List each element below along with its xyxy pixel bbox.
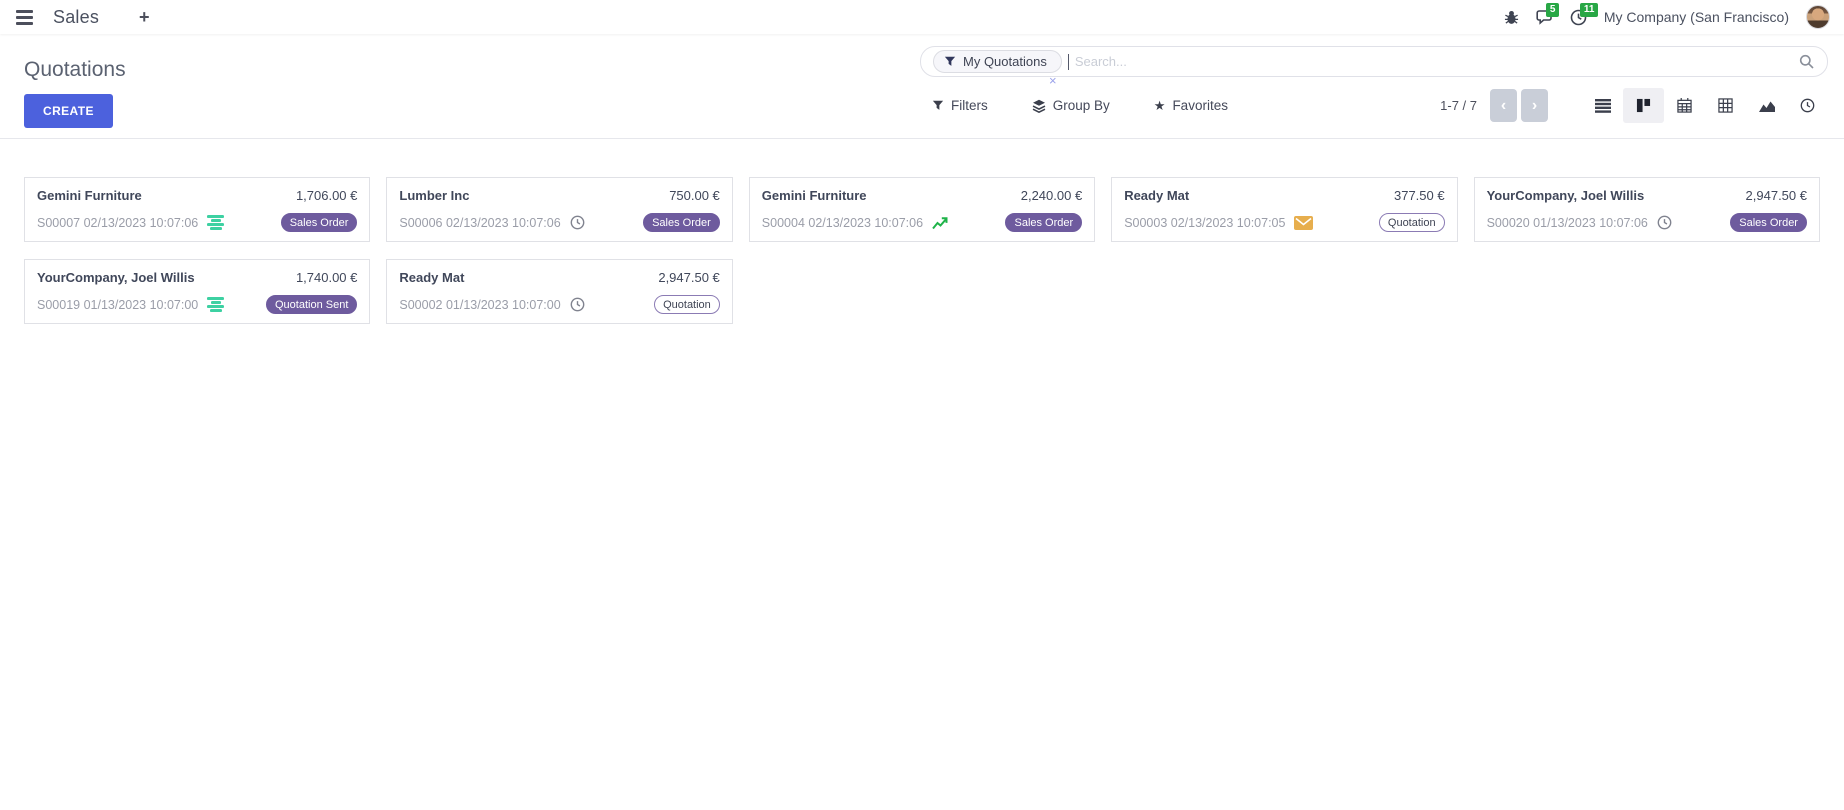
kanban-grid: Gemini Furniture 1,706.00 € S00007 02/13…	[24, 177, 1820, 324]
filters-label: Filters	[951, 98, 988, 113]
search-bar: My Quotations ×	[920, 46, 1828, 77]
favorites-label: Favorites	[1172, 98, 1228, 113]
filters-button[interactable]: Filters	[932, 98, 988, 113]
customer-name: Gemini Furniture	[37, 188, 142, 203]
view-kanban-button[interactable]	[1623, 88, 1664, 123]
order-reference: S00006 02/13/2023 10:07:06	[399, 216, 560, 230]
view-graph-button[interactable]	[1746, 88, 1787, 123]
amount-total: 2,947.50 €	[1746, 188, 1807, 203]
status-badge: Sales Order	[281, 213, 358, 232]
activity-clock-icon[interactable]	[1657, 215, 1672, 230]
apps-menu-icon[interactable]	[14, 6, 35, 29]
search-input[interactable]	[1069, 54, 1799, 69]
amount-total: 1,740.00 €	[296, 270, 357, 285]
pager-value[interactable]: 1-7 / 7	[1440, 98, 1477, 113]
order-reference: S00020 01/13/2023 10:07:06	[1487, 216, 1648, 230]
amount-total: 750.00 €	[669, 188, 720, 203]
activities-count-badge: 11	[1580, 3, 1599, 17]
customer-name: YourCompany, Joel Willis	[37, 270, 195, 285]
order-reference: S00004 02/13/2023 10:07:06	[762, 216, 923, 230]
customer-name: YourCompany, Joel Willis	[1487, 188, 1645, 203]
layers-icon	[1032, 99, 1046, 113]
activity-view-icon	[1800, 98, 1815, 113]
star-icon: ★	[1154, 98, 1166, 114]
view-switcher	[1582, 88, 1828, 123]
activity-list-icon[interactable]	[207, 297, 224, 312]
calendar-view-icon	[1677, 98, 1692, 113]
messages-icon[interactable]: 5	[1536, 9, 1553, 25]
quotation-card[interactable]: YourCompany, Joel Willis 1,740.00 € S000…	[24, 259, 370, 324]
quotation-card[interactable]: YourCompany, Joel Willis 2,947.50 € S000…	[1474, 177, 1820, 242]
quotation-card[interactable]: Ready Mat 2,947.50 € S00002 01/13/2023 1…	[386, 259, 732, 324]
pager-previous-button[interactable]: ‹	[1490, 89, 1517, 122]
control-panel: Quotations CREATE My Quotations ×	[0, 34, 1844, 139]
activity-envelope-icon[interactable]	[1294, 216, 1313, 230]
filter-funnel-icon	[944, 56, 956, 67]
kanban-view-icon	[1636, 98, 1651, 113]
list-view-icon	[1595, 99, 1611, 113]
activities-clock-icon[interactable]: 11	[1570, 9, 1587, 26]
activity-clock-icon[interactable]	[570, 215, 585, 230]
status-badge: Quotation	[1379, 213, 1445, 232]
view-calendar-button[interactable]	[1664, 88, 1705, 123]
order-reference: S00007 02/13/2023 10:07:06	[37, 216, 198, 230]
plus-icon[interactable]: +	[139, 7, 150, 28]
view-list-button[interactable]	[1582, 88, 1623, 123]
user-company-menu[interactable]: My Company (San Francisco)	[1604, 9, 1789, 25]
favorites-button[interactable]: ★ Favorites	[1154, 98, 1228, 114]
page-title: Quotations	[24, 58, 126, 82]
messages-count-badge: 5	[1546, 3, 1560, 17]
kanban-content-area: Gemini Furniture 1,706.00 € S00007 02/13…	[0, 139, 1844, 362]
pivot-view-icon	[1718, 98, 1733, 113]
order-reference: S00019 01/13/2023 10:07:00	[37, 298, 198, 312]
group-by-button[interactable]: Group By	[1032, 98, 1110, 113]
status-badge: Quotation Sent	[266, 295, 357, 314]
quotation-card[interactable]: Gemini Furniture 2,240.00 € S00004 02/13…	[749, 177, 1095, 242]
quotation-card[interactable]: Ready Mat 377.50 € S00003 02/13/2023 10:…	[1111, 177, 1457, 242]
amount-total: 377.50 €	[1394, 188, 1445, 203]
status-badge: Quotation	[654, 295, 720, 314]
facet-label: My Quotations	[963, 54, 1047, 69]
odoo-sales-window: Sales + 5 11	[0, 0, 1844, 810]
customer-name: Ready Mat	[399, 270, 464, 285]
quotation-card[interactable]: Lumber Inc 750.00 € S00006 02/13/2023 10…	[386, 177, 732, 242]
amount-total: 2,240.00 €	[1021, 188, 1082, 203]
quotation-card[interactable]: Gemini Furniture 1,706.00 € S00007 02/13…	[24, 177, 370, 242]
order-reference: S00003 02/13/2023 10:07:05	[1124, 216, 1285, 230]
activity-clock-icon[interactable]	[570, 297, 585, 312]
customer-name: Lumber Inc	[399, 188, 469, 203]
pager-next-button[interactable]: ›	[1521, 89, 1548, 122]
status-badge: Sales Order	[1730, 213, 1807, 232]
view-activity-button[interactable]	[1787, 88, 1828, 123]
filter-icon	[932, 100, 944, 111]
facet-remove-icon[interactable]: ×	[1049, 74, 1057, 87]
graph-view-icon	[1759, 99, 1775, 113]
activity-list-icon[interactable]	[207, 215, 224, 230]
create-button[interactable]: CREATE	[24, 94, 113, 128]
search-icon[interactable]	[1799, 54, 1815, 70]
activity-chart-icon[interactable]	[932, 216, 949, 230]
customer-name: Gemini Furniture	[762, 188, 867, 203]
search-facet-my-quotations[interactable]: My Quotations	[933, 50, 1062, 73]
top-navbar: Sales + 5 11	[0, 0, 1844, 34]
user-avatar[interactable]	[1806, 5, 1830, 29]
amount-total: 1,706.00 €	[296, 188, 357, 203]
debug-bug-icon[interactable]	[1504, 10, 1519, 25]
group-by-label: Group By	[1053, 98, 1110, 113]
amount-total: 2,947.50 €	[658, 270, 719, 285]
customer-name: Ready Mat	[1124, 188, 1189, 203]
status-badge: Sales Order	[643, 213, 720, 232]
order-reference: S00002 01/13/2023 10:07:00	[399, 298, 560, 312]
view-pivot-button[interactable]	[1705, 88, 1746, 123]
app-name[interactable]: Sales	[53, 7, 99, 28]
status-badge: Sales Order	[1005, 213, 1082, 232]
